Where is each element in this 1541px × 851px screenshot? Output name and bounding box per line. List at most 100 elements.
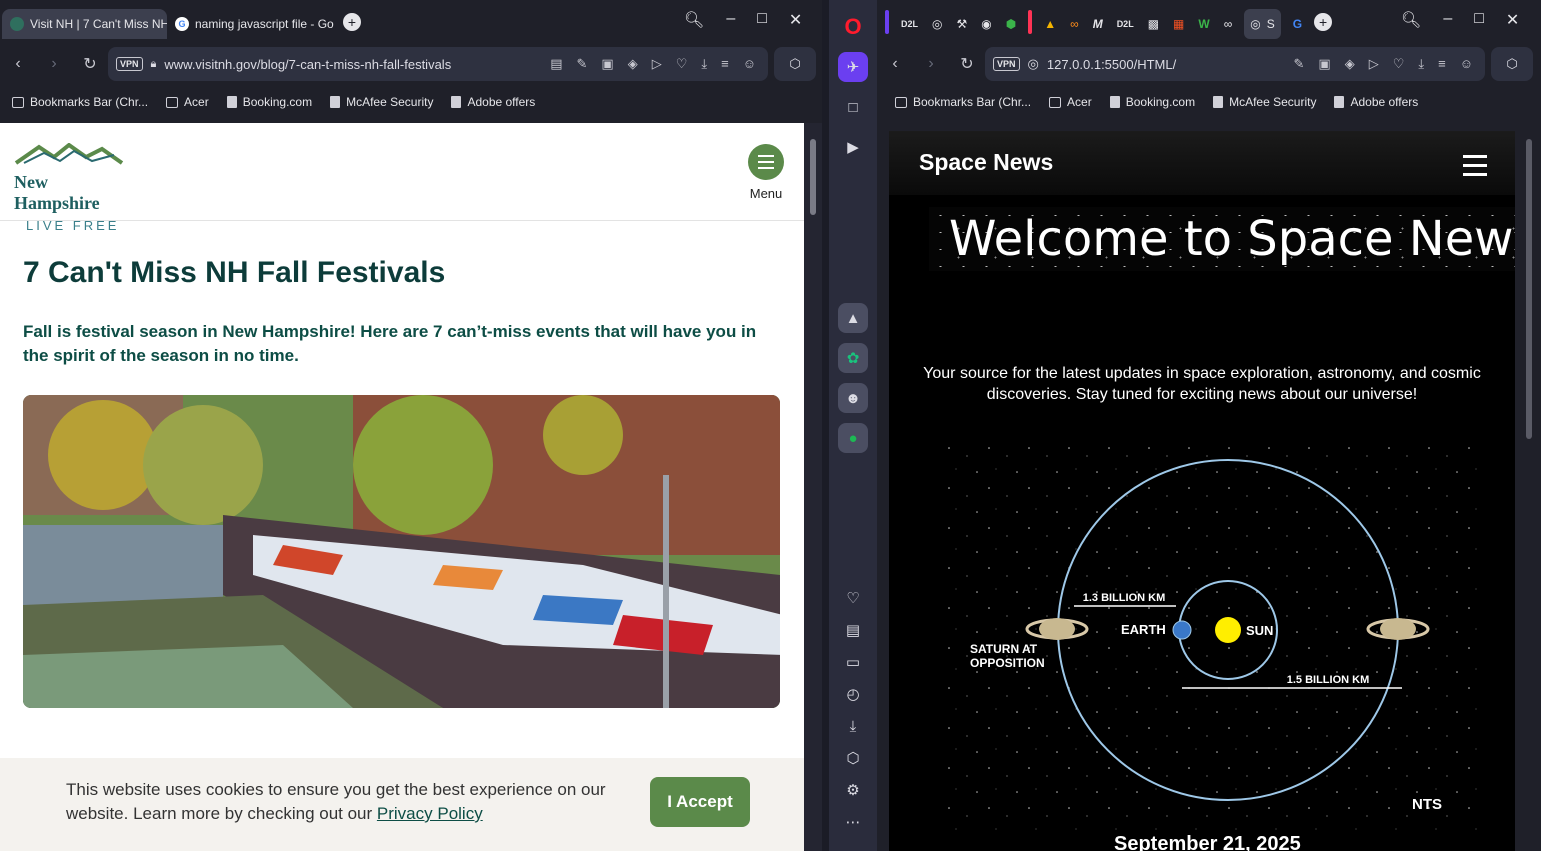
new-tab-button[interactable]: + [343, 13, 361, 31]
send-icon[interactable]: ▷ [1369, 56, 1379, 72]
reading-list-icon[interactable]: □ [838, 92, 868, 122]
heart-icon[interactable]: ♡ [1393, 56, 1405, 72]
search-icon[interactable]: 🔍︎ [684, 10, 704, 30]
welcome-heading: Welcome to Space News [949, 211, 1515, 267]
bookmark-item[interactable]: McAfee Security [1213, 95, 1316, 109]
tab-hex-icon[interactable]: ⬢ [1004, 9, 1018, 39]
heart-icon[interactable]: ♡ [676, 56, 688, 72]
aria-app-icon[interactable]: ▲ [838, 303, 868, 333]
spotify-icon[interactable]: ● [838, 423, 868, 453]
bookmark-item[interactable]: Booking.com [226, 95, 312, 109]
bookmark-item[interactable]: Adobe offers [451, 95, 535, 109]
discord-icon[interactable]: ☻ [838, 383, 868, 413]
left-extensions-button[interactable]: ⬡ [774, 47, 816, 81]
menu-button[interactable]: Menu [748, 144, 784, 201]
profile-icon[interactable]: ☺ [743, 56, 756, 72]
opera-logo-icon[interactable]: O [838, 12, 868, 42]
camera-icon[interactable]: ▣ [1318, 56, 1330, 72]
aria-icon[interactable]: ✈ [838, 52, 868, 82]
hamburger-menu-icon[interactable] [1463, 155, 1487, 182]
right-scrollbar[interactable] [1521, 123, 1537, 851]
maximize-icon[interactable]: □ [757, 10, 767, 30]
left-scroll-thumb[interactable] [810, 139, 816, 215]
bookmark-item[interactable]: Adobe offers [1334, 95, 1418, 109]
back-icon[interactable]: ‹ [877, 55, 913, 73]
menu-label: Menu [749, 186, 783, 201]
tab-w[interactable]: W [1196, 9, 1211, 39]
reload-icon[interactable]: ↻ [72, 54, 108, 74]
edit-icon[interactable]: ✎ [577, 56, 588, 72]
tab-google-search[interactable]: G naming javascript file - Go [167, 9, 335, 39]
forward-icon[interactable]: › [36, 55, 72, 73]
right-url-text[interactable]: 127.0.0.1:5500/HTML/ [1047, 57, 1176, 72]
history-icon[interactable]: ◴ [838, 679, 868, 709]
tabs-icon[interactable]: ▭ [838, 647, 868, 677]
shield-icon[interactable]: ◈ [1345, 56, 1355, 72]
send-icon[interactable]: ▷ [652, 56, 662, 72]
profile-icon[interactable]: ☺ [1460, 56, 1473, 72]
google-favicon-icon[interactable]: G [1291, 9, 1304, 39]
vpn-badge[interactable]: VPN [993, 57, 1020, 71]
player-icon[interactable]: ▶ [838, 132, 868, 162]
more-icon[interactable]: ⋯ [838, 807, 868, 837]
infinity-icon[interactable]: ∞ [1068, 9, 1081, 39]
tab-d2l[interactable]: D2L [899, 9, 920, 39]
left-url-text[interactable]: www.visitnh.gov/blog/7-can-t-miss-nh-fal… [164, 57, 451, 72]
bookmark-item[interactable]: Bookmarks Bar (Chr... [895, 95, 1031, 109]
heart-icon[interactable]: ♡ [838, 583, 868, 613]
easy-setup-icon[interactable]: ≡ [1438, 56, 1446, 72]
globe-icon: ◎ [1250, 17, 1261, 31]
nh-logo[interactable]: New Hampshire LIVE FREE [14, 142, 138, 233]
tab-link-icon[interactable]: ∞ [1222, 9, 1235, 39]
close-icon[interactable]: ✕ [789, 10, 802, 30]
news-icon[interactable]: ▤ [838, 615, 868, 645]
chatgpt-icon[interactable]: ✿ [838, 343, 868, 373]
settings-icon[interactable]: ⚙ [838, 775, 868, 805]
minimize-icon[interactable]: – [726, 10, 735, 30]
right-address-bar[interactable]: VPN ◎ 127.0.0.1:5500/HTML/ ✎ ▣ ◈ ▷ ♡ ⤓ ≡… [985, 47, 1485, 81]
vpn-badge[interactable]: VPN [116, 57, 143, 71]
reload-icon[interactable]: ↻ [949, 54, 985, 74]
left-scrollbar[interactable] [804, 123, 822, 851]
shield-icon[interactable]: ◈ [628, 56, 638, 72]
tab-tool-icon[interactable]: ⚒ [955, 9, 970, 39]
new-tab-button[interactable]: + [1314, 13, 1333, 31]
globe-icon[interactable]: ◎ [930, 9, 944, 39]
cube-icon: ⬡ [789, 56, 801, 71]
bookmark-item[interactable]: Booking.com [1109, 95, 1195, 109]
accept-cookies-button[interactable]: I Accept [650, 777, 750, 827]
bookmark-item[interactable]: Acer [166, 95, 209, 109]
download-icon[interactable]: ⤓ [1418, 56, 1424, 72]
camera-icon[interactable]: ▣ [601, 56, 613, 72]
reader-icon[interactable]: ▤ [550, 56, 562, 72]
left-address-bar[interactable]: VPN 🔒︎ www.visitnh.gov/blog/7-can-t-miss… [108, 47, 768, 81]
github-icon[interactable]: ◉ [979, 9, 993, 39]
tab-app-icon[interactable]: ▩ [1146, 9, 1161, 39]
back-icon[interactable]: ‹ [0, 55, 36, 73]
right-scroll-thumb[interactable] [1526, 139, 1532, 439]
minimize-icon[interactable]: – [1443, 10, 1452, 30]
bookmark-item[interactable]: Acer [1049, 95, 1092, 109]
tab-visit-nh[interactable]: Visit NH | 7 Can't Miss NH [2, 9, 167, 39]
extensions-icon[interactable]: ⬡ [838, 743, 868, 773]
microsoft-icon[interactable]: ▦ [1171, 9, 1186, 39]
tab-space-news[interactable]: ◎ S [1244, 9, 1281, 39]
close-icon[interactable]: ✕ [1506, 10, 1519, 30]
downloads-icon[interactable]: ⤓ [838, 711, 868, 741]
download-icon[interactable]: ⤓ [701, 56, 707, 72]
search-icon[interactable]: 🔍︎ [1401, 10, 1421, 30]
bookmark-item[interactable]: McAfee Security [330, 95, 433, 109]
site-brand[interactable]: Space News [919, 149, 1053, 176]
left-window-controls: 🔍︎ – □ ✕ [684, 10, 802, 30]
drive-icon[interactable]: ▲ [1042, 9, 1058, 39]
forward-icon[interactable]: › [913, 55, 949, 73]
tab-d2l-2[interactable]: D2L [1115, 9, 1136, 39]
easy-setup-icon[interactable]: ≡ [721, 56, 729, 72]
maximize-icon[interactable]: □ [1474, 10, 1484, 30]
privacy-policy-link[interactable]: Privacy Policy [377, 804, 483, 823]
tab-m[interactable]: M [1091, 9, 1105, 39]
edit-icon[interactable]: ✎ [1294, 56, 1305, 72]
right-address-tools: ✎ ▣ ◈ ▷ ♡ ⤓ ≡ ☺ [1294, 56, 1473, 72]
bookmark-item[interactable]: Bookmarks Bar (Chr... [12, 95, 148, 109]
right-extensions-button[interactable]: ⬡ [1491, 47, 1533, 81]
